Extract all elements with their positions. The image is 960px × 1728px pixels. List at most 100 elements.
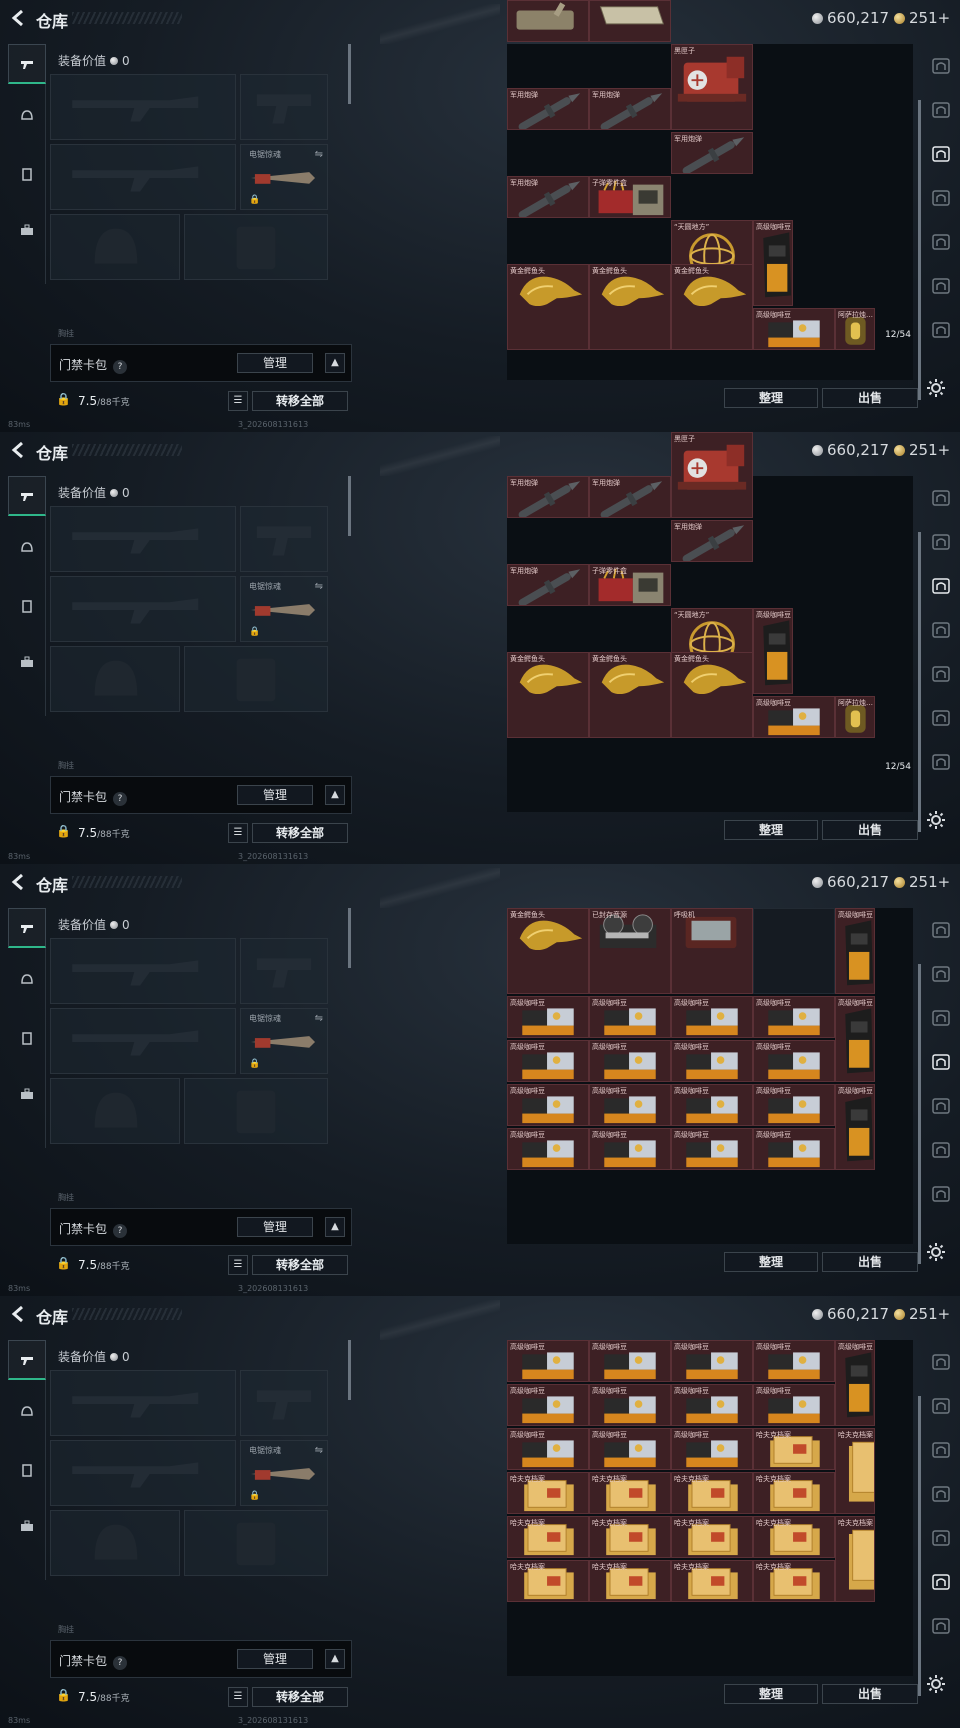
nav-backpack[interactable]: [8, 1074, 46, 1114]
stash-tab[interactable]: [926, 1180, 956, 1208]
chevron-up-icon[interactable]: ▲: [325, 785, 345, 805]
stash-item[interactable]: 高级咖啡豆: [507, 1340, 589, 1382]
transfer-all-button[interactable]: 转移全部: [252, 823, 348, 843]
stash-item[interactable]: 已封存音源: [589, 908, 671, 994]
stash-tab[interactable]: [926, 484, 956, 512]
stash-tab[interactable]: [926, 572, 956, 600]
chevron-left-icon[interactable]: [10, 1305, 26, 1323]
stash-item[interactable]: 高级咖啡豆: [753, 1128, 835, 1170]
stash-tab[interactable]: [926, 316, 956, 344]
stash-tab[interactable]: [926, 1480, 956, 1508]
stash-item[interactable]: 高级咖啡豆: [589, 1040, 671, 1082]
stash-item[interactable]: 高级咖啡豆: [507, 1040, 589, 1082]
scrollbar[interactable]: [348, 44, 351, 104]
stash-item[interactable]: 黄金鳄鱼头: [589, 652, 671, 738]
primary-weapon-slot[interactable]: [50, 74, 236, 140]
nav-vest[interactable]: [8, 1450, 46, 1490]
stash-item[interactable]: 军用炮弹: [671, 132, 753, 174]
list-icon[interactable]: ☰: [228, 823, 248, 843]
stash-item[interactable]: 高级咖啡豆: [507, 1384, 589, 1426]
stash-item[interactable]: 黄金鳄鱼头: [671, 264, 753, 350]
stash-item[interactable]: 高级咖啡豆: [671, 996, 753, 1038]
stash-item[interactable]: 高级咖啡豆: [589, 1428, 671, 1470]
scrollbar[interactable]: [918, 1396, 921, 1696]
stash-tab[interactable]: [926, 228, 956, 256]
stash-item[interactable]: 哈夫克档案: [507, 1516, 589, 1558]
gold-currency[interactable]: 251+: [894, 441, 950, 459]
nav-helmet[interactable]: [8, 96, 46, 136]
stash-tab[interactable]: [926, 1092, 956, 1120]
stash-item[interactable]: 阿萨拉烛…: [835, 308, 875, 350]
manage-button[interactable]: 管理: [237, 1217, 313, 1237]
stash-item[interactable]: 高级咖啡豆: [507, 1128, 589, 1170]
stash-item[interactable]: 军用炮弹: [589, 88, 671, 130]
scrollbar[interactable]: [348, 908, 351, 968]
secondary-weapon-slot[interactable]: [50, 1440, 236, 1506]
gear-icon[interactable]: [926, 1674, 946, 1694]
stash-item[interactable]: 高级咖啡豆: [589, 996, 671, 1038]
nav-backpack[interactable]: [8, 210, 46, 250]
stash-item[interactable]: 高级咖啡豆: [835, 1084, 875, 1170]
melee-slot[interactable]: 电锯惊魂 ⇋ 🔒: [240, 1008, 328, 1074]
sort-button[interactable]: 整理: [724, 1252, 818, 1272]
transfer-all-button[interactable]: 转移全部: [252, 1255, 348, 1275]
help-icon[interactable]: ?: [113, 1656, 128, 1670]
gear-icon[interactable]: [926, 1242, 946, 1262]
stash-item[interactable]: 高级咖啡豆: [589, 1128, 671, 1170]
stash-item[interactable]: [507, 0, 589, 42]
stash-item[interactable]: 黑匣子: [671, 432, 753, 518]
stash-item[interactable]: 高级咖啡豆: [753, 608, 793, 694]
stash-item[interactable]: 哈夫克档案: [753, 1560, 835, 1602]
stash-item[interactable]: 黄金鳄鱼头: [507, 908, 589, 994]
nav-weapons[interactable]: [8, 44, 46, 84]
helmet-slot[interactable]: [50, 214, 180, 280]
stash-item[interactable]: 军用炮弹: [507, 176, 589, 218]
primary-weapon-slot[interactable]: [50, 1370, 236, 1436]
melee-slot[interactable]: 电锯惊魂 ⇋ 🔒: [240, 144, 328, 210]
stash-item[interactable]: 军用炮弹: [671, 520, 753, 562]
list-icon[interactable]: ☰: [228, 391, 248, 411]
help-icon[interactable]: ?: [113, 360, 128, 374]
stash-tab[interactable]: [926, 1612, 956, 1640]
stash-tab[interactable]: [926, 1568, 956, 1596]
stash-item[interactable]: 哈夫克档案: [835, 1516, 875, 1602]
gold-currency[interactable]: 251+: [894, 1305, 950, 1323]
armor-slot[interactable]: [184, 1510, 328, 1576]
stash-item[interactable]: 军用炮弹: [507, 564, 589, 606]
chevron-up-icon[interactable]: ▲: [325, 1649, 345, 1669]
primary-weapon-slot[interactable]: [50, 938, 236, 1004]
nav-weapons[interactable]: [8, 908, 46, 948]
stash-item[interactable]: 高级咖啡豆: [835, 996, 875, 1082]
stash-item[interactable]: 哈夫克档案: [507, 1472, 589, 1514]
stash-item[interactable]: 哈夫克档案: [753, 1472, 835, 1514]
stash-item[interactable]: 子弹零件盒: [589, 564, 671, 606]
stash-item[interactable]: 哈夫克档案: [507, 1560, 589, 1602]
gear-icon[interactable]: [926, 810, 946, 830]
primary-weapon-slot[interactable]: [50, 506, 236, 572]
gold-currency[interactable]: 251+: [894, 873, 950, 891]
transfer-all-button[interactable]: 转移全部: [252, 391, 348, 411]
manage-button[interactable]: 管理: [237, 785, 313, 805]
chevron-left-icon[interactable]: [10, 873, 26, 891]
chevron-up-icon[interactable]: ▲: [325, 1217, 345, 1237]
stash-item[interactable]: 高级咖啡豆: [589, 1340, 671, 1382]
stash-item[interactable]: 阿萨拉烛…: [835, 696, 875, 738]
sort-button[interactable]: 整理: [724, 820, 818, 840]
help-icon[interactable]: ?: [113, 1224, 128, 1238]
stash-item[interactable]: 黄金鳄鱼头: [589, 264, 671, 350]
stash-tab[interactable]: [926, 1048, 956, 1076]
stash-tab[interactable]: [926, 272, 956, 300]
stash-item[interactable]: [589, 0, 671, 42]
secondary-weapon-slot[interactable]: [50, 1008, 236, 1074]
stash-tab[interactable]: [926, 616, 956, 644]
chevron-up-icon[interactable]: ▲: [325, 353, 345, 373]
stash-item[interactable]: 军用炮弹: [507, 88, 589, 130]
stash-item[interactable]: 高级咖啡豆: [753, 1084, 835, 1126]
stash-item[interactable]: 哈夫克档案: [589, 1472, 671, 1514]
chevron-left-icon[interactable]: [10, 9, 26, 27]
stash-item[interactable]: 军用炮弹: [507, 476, 589, 518]
transfer-all-button[interactable]: 转移全部: [252, 1687, 348, 1707]
stash-item[interactable]: 高级咖啡豆: [671, 1428, 753, 1470]
stash-tab[interactable]: [926, 1136, 956, 1164]
stash-item[interactable]: 哈夫克档案: [753, 1516, 835, 1558]
